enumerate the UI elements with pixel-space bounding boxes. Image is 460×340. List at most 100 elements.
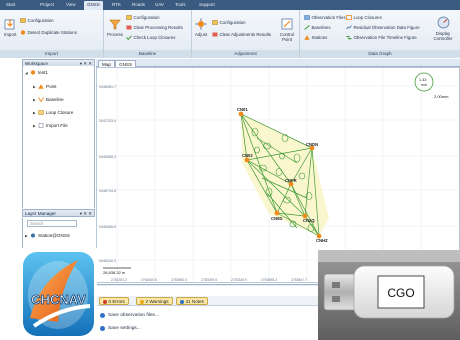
x-tick-label: 2783099.5 [201,278,217,282]
message-panel: 0 Errors 2 Warnings 41 Notes Save observ… [96,286,326,340]
configuration-icon [126,15,132,20]
cgo-dongle-photo: CGO [318,250,460,340]
notes-filter-button[interactable]: 41 Notes [176,297,208,305]
detect-duplicate-icon [20,30,26,35]
menu-tab-tools[interactable]: Tools [175,2,186,7]
station-cn02[interactable] [244,157,250,163]
timeline-figure-button[interactable]: Observation File Timeline Figure [346,35,417,40]
clear-processing-results-button[interactable]: Clear Processing Results [126,25,183,30]
menu-tab-roads[interactable]: Roads [132,2,145,7]
station-cn0d[interactable] [274,210,280,216]
data-graph-group-title: Data Graph [300,50,460,58]
check-icon [126,35,132,41]
data-graph-group: Observation Files Baselines Stations Loo… [300,10,460,58]
y-tick-label: 3446734.8 [99,189,116,193]
y-tick-label: 3447233.4 [99,119,116,123]
x-tick-label: 2782600.6 [141,278,157,282]
menu-tab-uav[interactable]: UAV [155,2,164,7]
message-row[interactable]: Save settings... [100,326,141,331]
cgo-dongle-graphic: CGO [318,250,460,340]
loop-closures-button[interactable]: Loop Closures [346,15,382,20]
scale-ellipse-icon [414,72,434,92]
layer-search-input[interactable]: Search [27,220,77,227]
warning-icon [140,299,144,304]
chcnav-logo-graphic: CHCNAV [23,252,94,336]
station-label: CN0D [271,216,282,221]
baselines-button[interactable]: Baselines [304,25,331,30]
message-filter-bar: 0 Errors 2 Warnings 41 Notes [96,296,326,306]
point-icon [38,84,44,89]
ribbon-toolbar: Import Configuration Detect Duplicate St… [0,10,460,58]
file-icon [38,123,44,128]
station-label: CNDN [306,142,318,147]
display-controller-button[interactable]: Display Controller [428,16,458,41]
warnings-filter-button[interactable]: 2 Warnings [136,297,173,305]
clear-adjustments-results-button[interactable]: Clear Adjustments Results [212,32,271,37]
adjustment-configuration-button[interactable]: Configuration [212,20,246,25]
process-icon [109,19,121,30]
baseline-group-title: Baseline [104,50,191,58]
scale-unit: mm [421,83,427,87]
import-icon [4,19,15,30]
observation-files-icon [304,15,310,20]
layer-manager-window-controls[interactable]: ▾ ✕ ✕ [80,210,92,217]
configuration-icon [212,20,218,25]
residual-figure-button[interactable]: Residual Observation Data Figure [346,25,420,30]
menu-tab-view[interactable]: View [66,2,76,7]
station-label: CN2Q [303,218,315,223]
tree-root[interactable]: ◢ test1 [25,70,48,75]
message-row[interactable]: Save observation files... [100,313,159,318]
check-loop-closures-button[interactable]: Check Loop Closures [126,35,175,41]
dongle-label: CGO [387,286,414,300]
process-button[interactable]: Process [107,18,123,37]
station-label: CN02 [242,153,253,158]
scale-label: 2.00mm [434,94,449,99]
adjust-button[interactable]: Adjust [195,18,207,37]
timeline-figure-icon [346,35,352,40]
stations-icon [304,35,310,40]
usb-connector [323,273,359,311]
tab-map[interactable]: Map [98,60,115,67]
tree-item-point[interactable]: ▶ Point [33,84,56,89]
clear-icon [212,32,218,37]
baselines-icon [304,25,310,30]
baseline-icon [38,97,44,103]
tree-item-baseline[interactable]: ▶ Baseline [33,97,64,103]
tree-item-loop-closure[interactable]: ▶ Loop Closure [33,110,73,115]
layer-manager-header: Layer Manager ▾ ✕ ✕ [22,209,95,217]
menu-tab-support[interactable]: Support [199,2,215,7]
import-group: Import Configuration Detect Duplicate St… [0,10,104,58]
menu-tab-start[interactable]: Start [6,2,16,7]
x-tick-label: 2783598.3 [261,278,277,282]
tab-gnss[interactable]: GNSS [115,60,137,67]
menu-bar: Start Project View GNSS RTK Roads UAV To… [0,0,460,10]
menu-tab-gnss[interactable]: GNSS [84,1,103,10]
tree-item-import-file[interactable]: ▶ Import File [33,123,68,128]
logo-text: CHCNAV [31,292,86,307]
station-label: CNFR [285,178,297,183]
info-icon [100,313,105,318]
control-point-icon [281,18,293,30]
loop-closures-icon [346,15,352,20]
y-tick-label: 3446985.2 [99,155,116,159]
observation-files-button[interactable]: Observation Files [304,15,346,20]
x-tick-label: 2783847.7 [291,278,307,282]
import-button[interactable]: Import [4,18,16,37]
menu-tab-rtk[interactable]: RTK [112,2,121,7]
layer-item-station[interactable]: ▶ Station@GNSS [25,233,70,238]
stations-button[interactable]: Stations [304,35,327,40]
detect-duplicate-stations-button[interactable]: Detect Duplicate Stations [20,30,77,35]
loop-closure-icon [38,110,44,115]
menu-tab-project[interactable]: Project [40,2,54,7]
adjustment-group-title: Adjustment [192,50,299,58]
import-configuration-button[interactable]: Configuration [20,18,54,23]
baseline-group: Process Configuration Clear Processing R… [104,10,192,58]
station-cn01[interactable] [238,111,244,117]
x-tick-label: 2783348.9 [231,278,247,282]
control-point-button[interactable]: Control Point [277,18,297,42]
configuration-icon [20,18,26,23]
baseline-configuration-button[interactable]: Configuration [126,15,160,20]
errors-filter-button[interactable]: 0 Errors [99,297,129,305]
adjust-icon [195,18,207,30]
workspace-panel: ◢ test1 ▶ Point ▶ Baseline ▶ Loop Closur… [22,66,95,208]
